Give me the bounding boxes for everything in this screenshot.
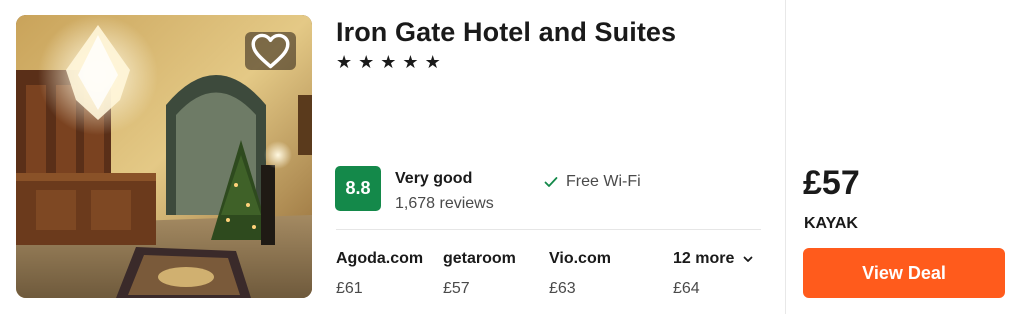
amenity-wifi: Free Wi-Fi (544, 173, 641, 191)
best-price: £57 (803, 164, 860, 202)
provider-price: £61 (336, 280, 363, 297)
provider-price: £64 (673, 280, 700, 297)
review-count[interactable]: 1,678 reviews (395, 195, 494, 213)
best-price-provider: KAYAK (804, 215, 858, 232)
star-icon: ★ (358, 52, 375, 72)
check-icon (544, 177, 558, 187)
hotel-photo[interactable] (16, 15, 312, 298)
chevron-down-icon (743, 256, 753, 262)
provider-price: £57 (443, 280, 470, 297)
view-deal-button[interactable]: View Deal (803, 248, 1005, 298)
favorite-button[interactable] (245, 32, 296, 70)
rating-label: Very good (395, 170, 473, 187)
hotel-result-card[interactable]: Iron Gate Hotel and Suites ★ ★ ★ ★ ★ 8.8… (0, 0, 1024, 314)
divider (336, 229, 761, 230)
provider-name: Vio.com (549, 250, 611, 267)
heart-icon (251, 33, 290, 69)
star-icon: ★ (336, 52, 353, 72)
star-icon: ★ (380, 52, 397, 72)
provider-name: getaroom (443, 250, 516, 267)
star-icon: ★ (402, 52, 419, 72)
star-icon: ★ (424, 52, 441, 72)
more-providers-button[interactable]: 12 more £64 (673, 250, 754, 298)
provider-offer-agoda[interactable]: Agoda.com £61 (336, 250, 423, 298)
column-divider (785, 0, 786, 314)
more-providers-label: 12 more (673, 250, 735, 267)
review-score-badge: 8.8 (335, 166, 381, 211)
amenity-label: Free Wi-Fi (566, 173, 641, 190)
provider-offer-vio[interactable]: Vio.com £63 (549, 250, 611, 298)
star-rating: ★ ★ ★ ★ ★ (336, 52, 441, 72)
provider-offer-getaroom[interactable]: getaroom £57 (443, 250, 516, 298)
provider-name: Agoda.com (336, 250, 424, 267)
provider-price: £63 (549, 280, 576, 297)
hotel-name[interactable]: Iron Gate Hotel and Suites (336, 17, 676, 48)
